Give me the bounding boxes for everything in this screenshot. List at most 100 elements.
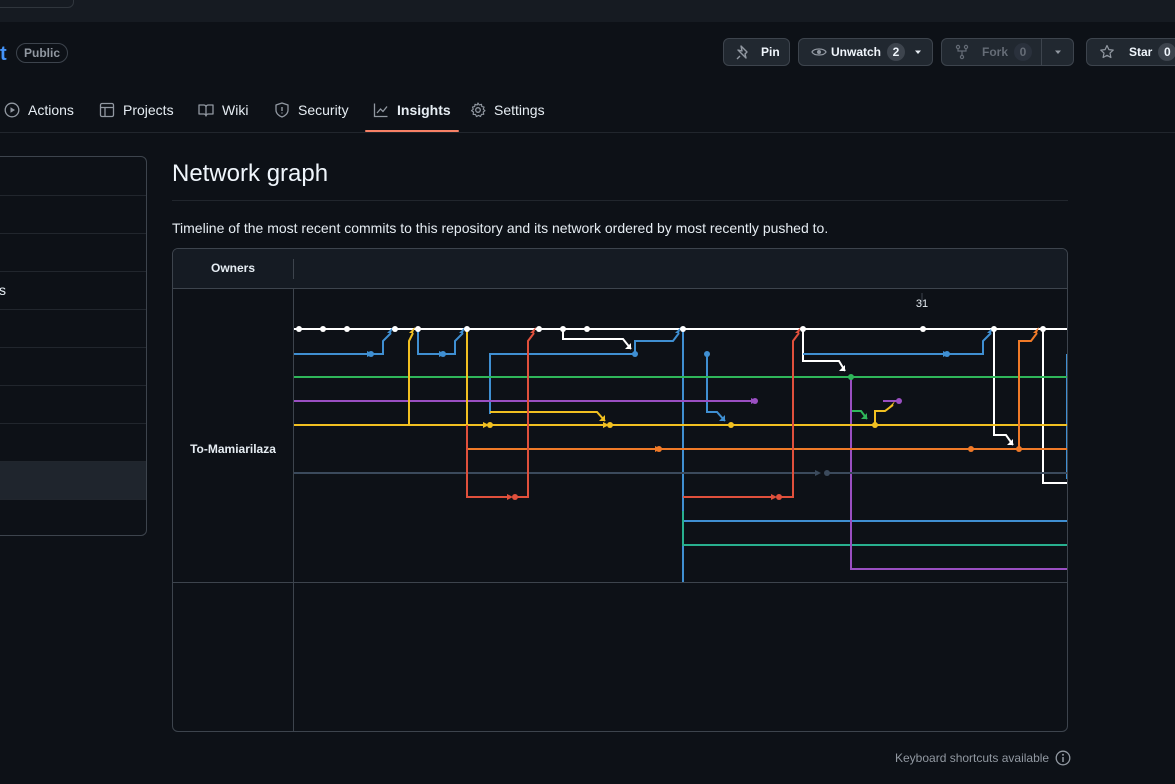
branch-line-blue: [417, 329, 439, 355]
fork-button[interactable]: Fork 0: [941, 38, 1074, 66]
unwatch-button[interactable]: Unwatch 2: [798, 38, 933, 66]
branch-line-yellow: [874, 404, 894, 425]
commit-dot: [944, 351, 950, 357]
eye-icon: [811, 48, 827, 56]
play-icon: [4, 102, 20, 117]
insights-sidebar: s: [0, 156, 147, 536]
sidebar-item-label: s: [0, 282, 6, 298]
repo-tabs: Actions Projects Wiki Security Insights: [0, 88, 1175, 133]
page-title: Network graph: [172, 160, 329, 187]
branch-line-yellow: [408, 332, 414, 425]
top-bar: [0, 0, 1175, 22]
tab-actions-label: Actions: [28, 101, 74, 118]
branch-line-blue: [947, 332, 992, 355]
tab-insights-label: Insights: [397, 101, 451, 118]
commit-dot: [584, 326, 590, 332]
branch-line-blue: [371, 332, 392, 355]
tab-settings-label: Settings: [494, 101, 545, 118]
sidebar-item[interactable]: [0, 423, 146, 461]
tab-wiki[interactable]: Wiki: [198, 88, 248, 131]
search-box[interactable]: [0, 0, 74, 8]
tab-wiki-label: Wiki: [222, 101, 249, 118]
tab-insights[interactable]: Insights: [365, 88, 459, 132]
commit-dot: [1016, 446, 1022, 452]
star-icon: [1100, 44, 1114, 59]
branch-lines: [294, 328, 1067, 582]
tab-security-label: Security: [298, 101, 349, 118]
commit-dot: [632, 351, 638, 357]
commit-dot: [872, 422, 878, 428]
visibility-badge: Public: [16, 43, 69, 63]
branch-line-blue: [489, 353, 635, 414]
commit-dot: [560, 326, 566, 332]
commit-dot: [824, 470, 830, 476]
branch-line-blue: [706, 354, 726, 422]
network-canvas: 31: [294, 293, 1067, 582]
commit-dot: [896, 398, 902, 404]
commit-dot: [704, 351, 710, 357]
commit-dot: [968, 446, 974, 452]
commit-dot: [656, 446, 662, 452]
caret-down-icon: [915, 50, 922, 54]
commit-dot: [464, 326, 470, 332]
branch-line-white: [802, 329, 846, 372]
tab-projects-label: Projects: [123, 101, 174, 118]
commit-dot: [1040, 326, 1046, 332]
pin-button[interactable]: Pin: [723, 38, 790, 66]
branch-line-white: [993, 329, 1014, 446]
star-button[interactable]: Star 0: [1086, 38, 1175, 66]
branch-line-red: [466, 425, 507, 498]
commit-dot: [440, 351, 446, 357]
pin-icon: [736, 45, 748, 60]
fork-dropdown[interactable]: [1041, 39, 1074, 65]
commit-dot: [368, 351, 374, 357]
sidebar-item[interactable]: s: [0, 271, 146, 309]
sidebar-item[interactable]: [0, 499, 146, 535]
sidebar-item-network[interactable]: [0, 461, 146, 499]
network-graph[interactable]: Owners To-Mamiarilaza 31: [172, 248, 1068, 732]
keyboard-shortcuts[interactable]: Keyboard shortcuts available: [895, 750, 1071, 766]
info-icon: [1055, 750, 1071, 766]
commit-dot: [728, 422, 734, 428]
tab-settings[interactable]: Settings: [470, 88, 545, 131]
caret-down-icon: [1055, 50, 1061, 54]
commit-dot: [680, 326, 686, 332]
sidebar-item[interactable]: [0, 233, 146, 271]
star-label: Star: [1129, 45, 1153, 59]
star-count: 0: [1158, 43, 1175, 61]
table-icon: [99, 102, 115, 117]
keyboard-shortcuts-label: Keyboard shortcuts available: [895, 751, 1050, 765]
tab-security[interactable]: Security: [274, 88, 349, 131]
commit-dot: [415, 326, 421, 332]
sidebar-item[interactable]: [0, 309, 146, 347]
branch-line-green: [850, 377, 868, 420]
branch-line-yellow: [490, 411, 606, 422]
commit-dot: [752, 398, 758, 404]
commit-dot: [800, 326, 806, 332]
branch-line-blue: [634, 332, 680, 354]
unwatch-label: Unwatch: [831, 45, 882, 59]
tab-projects[interactable]: Projects: [99, 88, 174, 131]
title-divider: [172, 200, 1068, 201]
tab-actions[interactable]: Actions: [4, 88, 74, 131]
sidebar-item[interactable]: [0, 385, 146, 423]
commit-dot: [776, 494, 782, 500]
branch-line-teal: [682, 511, 1067, 546]
shield-icon: [275, 101, 289, 118]
branch-line-orange: [1018, 332, 1038, 449]
commit-dot: [920, 326, 926, 332]
branch-line-white: [1042, 329, 1067, 484]
page-description: Timeline of the most recent commits to t…: [172, 220, 829, 236]
book-icon: [198, 103, 214, 117]
sidebar-item[interactable]: [0, 347, 146, 385]
commit-dot: [296, 326, 302, 332]
date-label: 31: [916, 298, 928, 310]
arrowhead: [815, 470, 821, 476]
branch-line-white: [562, 329, 632, 350]
repo-name[interactable]: t: [0, 43, 7, 66]
commit-dot: [991, 326, 997, 332]
fork-count: 0: [1014, 43, 1033, 61]
commit-dot: [512, 494, 518, 500]
sidebar-item[interactable]: [0, 195, 146, 233]
sidebar-item[interactable]: [0, 157, 146, 195]
